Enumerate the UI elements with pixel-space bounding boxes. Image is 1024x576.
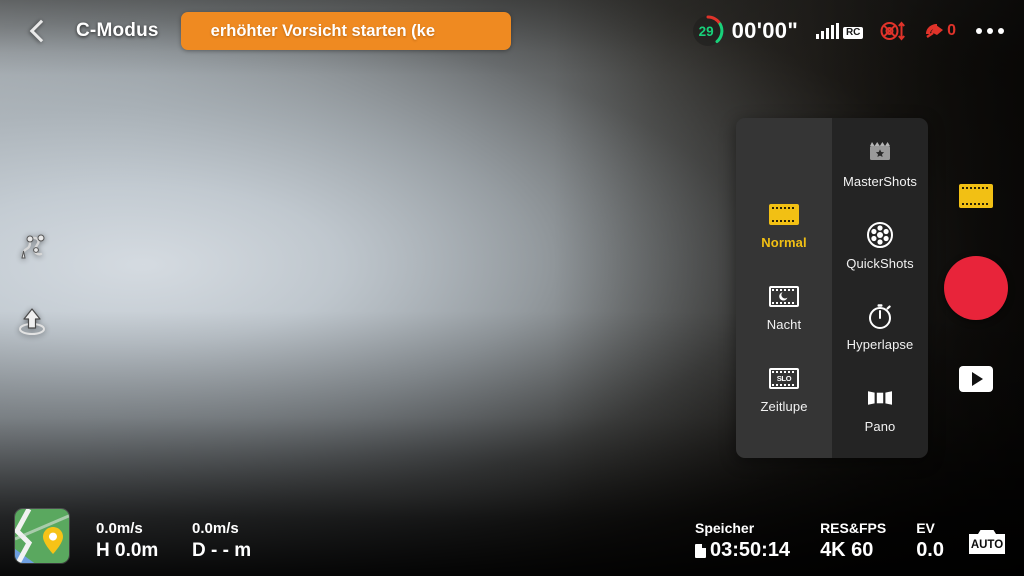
- satellite-icon: [926, 24, 944, 38]
- slowmo-icon-text: SLO: [776, 373, 792, 383]
- height-readout: H 0.0m: [96, 540, 192, 562]
- waypoint-route-icon: [21, 234, 45, 259]
- waypoint-route-button[interactable]: [14, 232, 50, 268]
- battery-percent: 29: [698, 23, 714, 39]
- gps-warning-icon: [880, 21, 906, 41]
- warning-banner-text: erhöhter Vorsicht starten (ke: [210, 21, 436, 40]
- storage-header: Speicher: [695, 520, 755, 536]
- auto-label: AUTO: [971, 539, 1003, 551]
- panorama-icon: [865, 383, 895, 413]
- distance-readout: D - - m: [192, 540, 288, 562]
- mode-label-normal: Normal: [761, 235, 807, 250]
- more-options-button[interactable]: [960, 18, 1010, 44]
- rc-signal-indicator[interactable]: RC: [816, 23, 864, 39]
- clapper-star-icon: [865, 138, 895, 168]
- mode-panel-right-column: MasterShots QuickShots Hyperlapse Pano: [832, 118, 928, 458]
- mode-label-hyperlapse: Hyperlapse: [846, 337, 914, 352]
- horizontal-speed-value: 0.0m/s: [192, 520, 239, 537]
- chevron-left-icon: [29, 19, 52, 43]
- play-icon: [971, 372, 983, 386]
- mode-item-quickshots[interactable]: QuickShots: [832, 214, 928, 296]
- mode-item-hyperlapse[interactable]: Hyperlapse: [832, 295, 928, 377]
- satellite-indicator[interactable]: 0: [923, 20, 956, 42]
- resolution-fps-header: RES&FPS: [820, 520, 887, 536]
- vertical-speed-value: 0.0m/s: [96, 520, 143, 537]
- distance-value: - - m: [211, 540, 252, 561]
- record-button[interactable]: [944, 256, 1008, 320]
- mode-label-pano: Pano: [864, 418, 896, 434]
- takeoff-icon: [19, 308, 45, 335]
- film-slowmo-icon: SLO: [769, 363, 799, 393]
- film-night-icon: [769, 281, 799, 311]
- ev-info[interactable]: EV 0.0: [916, 520, 944, 562]
- satellite-count: 0: [947, 22, 956, 39]
- gps-warning-indicator[interactable]: [880, 20, 906, 42]
- resolution-fps-value: 4K 60: [820, 539, 874, 561]
- stopwatch-icon: [866, 301, 894, 331]
- right-control-rail: [928, 0, 1024, 576]
- mode-label-quickshots: QuickShots: [846, 255, 914, 271]
- camera-auto-icon: AUTO: [969, 530, 1005, 554]
- film-reel-icon: [866, 220, 894, 250]
- ev-value: 0.0: [916, 539, 944, 561]
- rc-label: RC: [843, 26, 864, 39]
- takeoff-button[interactable]: [14, 304, 50, 340]
- mode-item-pano[interactable]: Pano: [832, 377, 928, 459]
- bottom-status-bar: 0.0m/s 0.0m/s H 0.0m D - - m Speicher 03…: [0, 494, 1024, 576]
- mode-label-zeitlupe: Zeitlupe: [760, 399, 808, 414]
- flight-timer: 00'00": [731, 18, 799, 43]
- playback-button[interactable]: [959, 366, 993, 392]
- back-button[interactable]: [10, 3, 66, 59]
- capture-mode-chip[interactable]: [959, 184, 993, 208]
- top-status-bar: C-Modus erhöhter Vorsicht starten (ke 29…: [0, 0, 1024, 62]
- sd-card-icon: [695, 543, 706, 558]
- mode-item-nacht[interactable]: Nacht: [736, 275, 832, 357]
- film-strip-icon: [959, 184, 993, 208]
- battery-indicator[interactable]: 29: [691, 14, 725, 48]
- auto-exposure-button[interactable]: AUTO: [964, 524, 1010, 560]
- storage-info[interactable]: Speicher 03:50:14: [695, 520, 790, 562]
- telemetry-readout: 0.0m/s 0.0m/s H 0.0m D - - m: [96, 520, 288, 562]
- camera-info-group: Speicher 03:50:14 RES&FPS 4K 60 EV 0.0: [665, 520, 944, 562]
- warning-banner[interactable]: erhöhter Vorsicht starten (ke: [180, 12, 511, 50]
- map-pin-icon: [15, 509, 69, 563]
- left-tool-rail: [14, 232, 50, 376]
- distance-prefix: D: [192, 540, 206, 561]
- mode-item-mastershots[interactable]: MasterShots: [832, 132, 928, 214]
- ev-header: EV: [916, 520, 935, 536]
- mode-label-mastershots: MasterShots: [842, 174, 918, 189]
- more-dots-icon: [976, 28, 1004, 34]
- mode-item-normal[interactable]: Normal: [736, 193, 832, 275]
- height-value: 0.0m: [115, 540, 159, 561]
- height-prefix: H: [96, 540, 110, 561]
- storage-value: 03:50:14: [710, 539, 791, 561]
- drone-camera-view: C-Modus erhöhter Vorsicht starten (ke 29…: [0, 0, 1024, 576]
- signal-bars-icon: [816, 23, 840, 39]
- map-thumbnail[interactable]: [14, 508, 70, 564]
- resolution-fps-info[interactable]: RES&FPS 4K 60: [820, 520, 886, 562]
- status-indicator-group: 29 00'00" RC 0: [691, 14, 1024, 48]
- mode-panel-left-column: Normal Nacht SLO Zeitlupe: [736, 118, 832, 458]
- mode-item-zeitlupe[interactable]: SLO Zeitlupe: [736, 357, 832, 439]
- film-normal-icon: [769, 199, 799, 229]
- camera-mode-panel[interactable]: Normal Nacht SLO Zeitlupe MasterShots Qu…: [736, 118, 928, 458]
- flight-mode-label: C-Modus: [76, 20, 159, 41]
- mode-label-nacht: Nacht: [766, 317, 802, 332]
